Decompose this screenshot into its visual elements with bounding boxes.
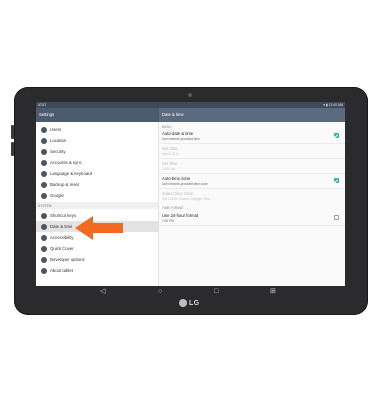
dual-window-button[interactable]: ⊞ [270,287,276,296]
status-time: 12:00 AM [328,103,343,107]
shortcut-icon [41,212,47,219]
settings-list: Users Location Security Accounts & sync … [36,122,159,286]
divider [159,225,345,226]
clock-icon [41,223,47,230]
settings-item-label: Language & keyboard [50,171,93,176]
section-label: SYSTEM [38,204,52,208]
accessibility-icon [41,234,47,241]
settings-item-label: Accessibility [50,235,74,240]
screen: AT&T ▾ ▮ 12:00 AM Settings Date & time U… [36,102,345,286]
settings-item-location[interactable]: Location [36,135,158,146]
keyboard-icon [41,170,47,177]
google-icon [41,192,47,199]
detail-title: Date & time [162,112,184,117]
settings-item-users[interactable]: Users [36,124,158,135]
auto-time-zone-setting[interactable]: Auto-time zone Use network-provided time… [159,174,345,188]
brand-label: LG [189,299,200,307]
date-time-panel: BASIC Auto-date & time Use network-provi… [159,122,345,286]
settings-item-label: Date & time [50,224,73,229]
use-24-hour-checkbox[interactable] [334,215,339,220]
backup-icon [41,181,47,188]
section-header-time-format: TIME FORMAT [159,204,345,210]
settings-appbar: Settings [36,108,159,122]
cover-icon [41,245,47,252]
settings-item-label: Quick Cover [50,246,74,251]
settings-item-backup[interactable]: Backup & reset [36,179,158,190]
settings-item-label: Backup & reset [50,182,80,187]
settings-item-quick-cover[interactable]: Quick Cover [36,243,158,254]
settings-item-label: Location [50,138,67,143]
settings-item-about[interactable]: About tablet [36,265,158,276]
set-time-setting[interactable]: Set time 12:00 AM [159,159,345,173]
volume-down-button [11,142,14,156]
setting-title: Auto-date & time [162,131,194,136]
front-camera [188,93,192,97]
section-label: TIME FORMAT [162,205,184,210]
orange-arrow-icon [75,216,123,240]
setting-title: Use 24-hour format [162,213,199,218]
lg-logo-icon [179,299,187,307]
setting-title: Set time [162,161,178,166]
signal-battery-icons: ▾ ▮ [323,103,328,107]
auto-date-time-checkbox[interactable] [334,133,339,138]
navigation-bar: ◁ ○ □ ⊞ [36,286,345,297]
setting-title: Select time zone [162,191,193,196]
settings-item-accounts[interactable]: Accounts & sync [36,157,158,168]
section-label: BASIC [162,124,172,129]
developer-icon [41,256,47,263]
setting-summary: Use network-provided time zone [162,181,208,186]
lg-logo: LG [179,298,203,310]
settings-item-label: Developer options [50,257,85,262]
select-time-zone-setting[interactable]: Select time zone GMT-05:00 Eastern Dayli… [159,189,345,203]
use-24-hour-setting[interactable]: Use 24-hour format 1:00 PM [159,211,345,225]
setting-summary: March 2016 [162,151,179,156]
sync-icon [41,159,47,166]
auto-time-zone-checkbox[interactable] [334,178,339,183]
settings-item-google[interactable]: Google [36,190,158,201]
settings-item-label: Security [50,149,66,154]
users-icon [41,126,47,133]
lock-icon [41,148,47,155]
settings-item-label: Shortcut keys [50,213,77,218]
setting-title: Auto-time zone [162,176,191,181]
settings-item-security[interactable]: Security [36,146,158,157]
setting-summary: 1:00 PM [162,218,174,223]
setting-title: Set date [162,146,178,151]
setting-summary: GMT-05:00 Eastern Daylight Time [162,196,211,201]
settings-title: Settings [39,112,55,117]
settings-item-label: Accounts & sync [50,160,82,165]
section-header-system: SYSTEM [36,202,158,209]
settings-item-label: Users [50,127,62,132]
settings-item-developer[interactable]: Developer options [36,254,158,265]
settings-item-label: About tablet [50,268,73,273]
setting-summary: Use network-provided time [162,136,200,141]
back-button[interactable]: ◁ [100,287,105,296]
setting-summary: 12:00 AM [162,166,176,171]
auto-date-time-setting[interactable]: Auto-date & time Use network-provided ti… [159,129,345,143]
detail-appbar: Date & time [159,108,345,122]
settings-item-language[interactable]: Language & keyboard [36,168,158,179]
settings-item-label: Google [50,193,64,198]
location-icon [41,137,47,144]
home-button[interactable]: ○ [158,287,162,296]
info-icon [41,267,47,274]
volume-up-button [11,125,14,139]
set-date-setting[interactable]: Set date March 2016 [159,144,345,158]
recents-button[interactable]: □ [214,287,218,296]
